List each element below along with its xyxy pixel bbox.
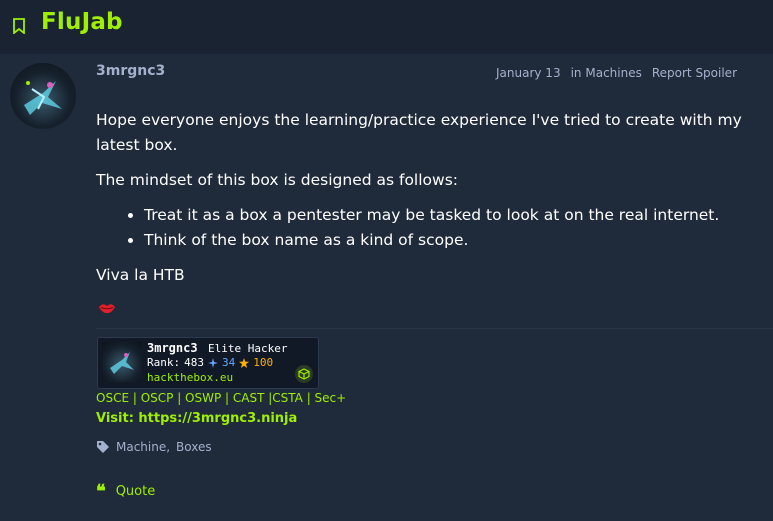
badge-rank-value: 483 bbox=[184, 356, 204, 369]
badge-points: 100 bbox=[253, 356, 274, 369]
badge-respect-count: 34 bbox=[222, 356, 236, 369]
htb-cube-icon bbox=[295, 365, 313, 383]
post-meta: January 13 in Machines Report Spoiler bbox=[496, 66, 737, 80]
quote-icon: ❝ bbox=[96, 480, 106, 502]
quote-button[interactable]: ❝ Quote bbox=[96, 480, 156, 502]
certifications: OSCE | OSCP | OSWP | CAST |CSTA | Sec+ bbox=[96, 391, 347, 405]
post-date[interactable]: January 13 bbox=[496, 66, 561, 80]
tag-list: Machine, Boxes bbox=[96, 440, 212, 454]
quote-label: Quote bbox=[115, 484, 156, 499]
badge-site: hackthebox.eu bbox=[147, 371, 234, 384]
tag-icon bbox=[97, 441, 109, 453]
badge-username: 3mrgnc3 bbox=[147, 341, 198, 355]
star-icon bbox=[239, 357, 250, 368]
respect-icon bbox=[208, 357, 218, 368]
badge-rank-label: Rank: bbox=[147, 356, 181, 369]
tag-machine[interactable]: Machine, bbox=[116, 440, 170, 454]
closing-line: Viva la HTB bbox=[96, 266, 185, 284]
tag-boxes[interactable]: Boxes bbox=[176, 440, 212, 454]
visit-link[interactable]: Visit: https://3mrgnc3.ninja bbox=[96, 411, 297, 426]
bookmark-icon[interactable] bbox=[12, 18, 26, 34]
category-link[interactable]: Machines bbox=[585, 66, 641, 80]
report-spoiler-link[interactable]: Report Spoiler bbox=[652, 66, 737, 80]
badge-avatar bbox=[102, 342, 142, 382]
badge-rank-title: Elite Hacker bbox=[208, 342, 288, 355]
paragraph: Hope everyone enjoys the learning/practi… bbox=[96, 111, 742, 154]
list-item: Think of the box name as a kind of scope… bbox=[144, 228, 760, 253]
htb-badge[interactable]: 3mrgnc3 Elite Hacker Rank: 483 34 100 ha… bbox=[97, 337, 319, 389]
post: 3mrgnc3 January 13 in Machines Report Sp… bbox=[0, 54, 773, 521]
list-item: Treat it as a box a pentester may be tas… bbox=[144, 203, 760, 228]
post-category: in Machines bbox=[571, 66, 642, 80]
bullet-list: Treat it as a box a pentester may be tas… bbox=[96, 203, 760, 253]
page-title: FluJab bbox=[41, 9, 123, 35]
signature-divider bbox=[96, 328, 773, 329]
post-body: Hope everyone enjoys the learning/practi… bbox=[96, 108, 760, 298]
lips-icon bbox=[99, 304, 115, 314]
paragraph: The mindset of this box is designed as f… bbox=[96, 171, 459, 189]
avatar[interactable] bbox=[10, 63, 76, 129]
badge-rank-row: Rank: 483 34 100 bbox=[147, 356, 273, 369]
topic-header: FluJab bbox=[0, 0, 773, 54]
author-name[interactable]: 3mrgnc3 bbox=[96, 63, 165, 79]
category-prefix: in bbox=[570, 66, 582, 80]
